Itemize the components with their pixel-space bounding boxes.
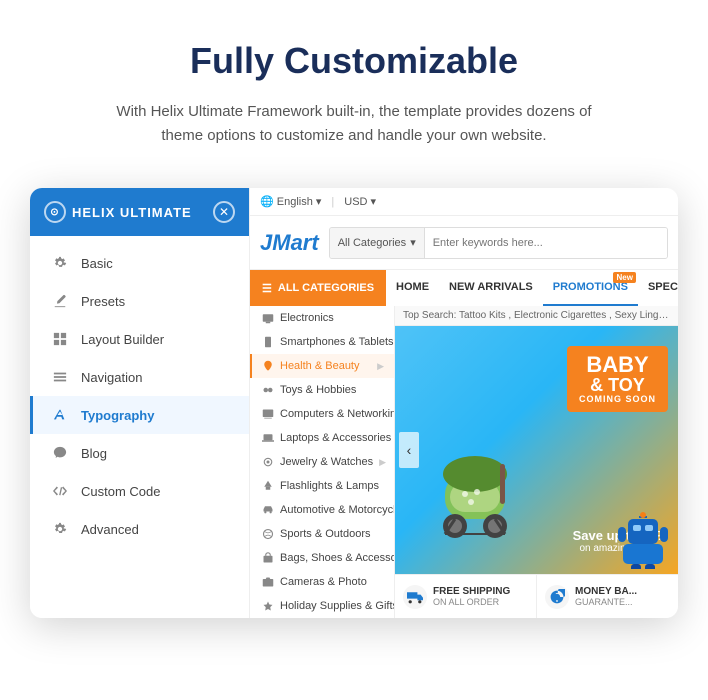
jmart-banner-area: Top Search: Tattoo Kits , Electronic Cig… (395, 306, 678, 618)
refresh-icon (545, 585, 569, 609)
jmart-topbar: 🌐 English ▾ | USD ▾ (250, 188, 678, 216)
chevron-down-icon: ▾ (410, 236, 416, 249)
brush-icon (51, 292, 69, 310)
jmart-logo: JMart (260, 232, 319, 254)
cat-item-jewelry[interactable]: Jewelry & Watches ▶ (250, 450, 394, 474)
truck-icon (403, 585, 427, 609)
cat-item-flashlights[interactable]: Flashlights & Lamps (250, 474, 394, 498)
feature-money-back: MONEY BA... GUARANTE... (537, 575, 678, 618)
page-description: With Helix Ultimate Framework built-in, … (104, 100, 604, 148)
cat-item-smartphones[interactable]: Smartphones & Tablets (250, 330, 394, 354)
jmart-features: FREE SHIPPING ON ALL ORDER MONEY BA... G… (395, 574, 678, 618)
helix-sidebar: ⊙ HELIX ULTIMATE ✕ Basic Presets (30, 188, 250, 618)
feature-moneyback-text: MONEY BA... GUARANTE... (575, 586, 637, 607)
sidebar-item-navigation-label: Navigation (81, 370, 142, 385)
sidebar-item-presets-label: Presets (81, 294, 125, 309)
cat-item-electronics[interactable]: Electronics (250, 306, 394, 330)
all-categories-label: ALL CATEGORIES (278, 282, 374, 294)
helix-logo-icon: ⊙ (44, 201, 66, 223)
promotions-badge: New (613, 272, 635, 283)
topbar-separator: | (331, 196, 334, 208)
nav-item-home[interactable]: HOME (386, 270, 439, 306)
cat-arrow-icon: ▶ (377, 361, 384, 372)
sidebar-item-custom-code[interactable]: Custom Code (30, 472, 249, 510)
helix-brand-name: HELIX ULTIMATE (72, 205, 192, 220)
search-input[interactable] (425, 228, 667, 258)
cat-item-cameras[interactable]: Cameras & Photo (250, 570, 394, 594)
feature-moneyback-subtitle: GUARANTE... (575, 597, 637, 607)
sidebar-item-custom-code-label: Custom Code (81, 484, 160, 499)
jmart-content: 🌐 English ▾ | USD ▾ JMart All Categories… (250, 188, 678, 618)
sidebar-item-presets[interactable]: Presets (30, 282, 249, 320)
robot-illustration (613, 509, 673, 569)
banner-subtitle: & TOY (579, 376, 656, 394)
banner-coming-soon: COMING SOON (579, 394, 656, 404)
hamburger-icon: ☰ (262, 282, 272, 295)
nav-item-promotions[interactable]: PROMOTIONS New (543, 270, 638, 306)
cat-item-sports[interactable]: Sports & Outdoors (250, 522, 394, 546)
sidebar-item-blog-label: Blog (81, 446, 107, 461)
jmart-banner: ‹ (395, 326, 678, 574)
helix-header: ⊙ HELIX ULTIMATE ✕ (30, 188, 249, 236)
cat-item-toys[interactable]: Toys & Hobbies (250, 378, 394, 402)
cat-item-laptops[interactable]: Laptops & Accessories (250, 426, 394, 450)
bubble-icon (51, 444, 69, 462)
gear2-icon (51, 520, 69, 538)
nav-item-new-arrivals[interactable]: NEW ARRIVALS (439, 270, 543, 306)
page-title: Fully Customizable (60, 40, 648, 82)
sidebar-item-layout-builder-label: Layout Builder (81, 332, 164, 347)
helix-close-button[interactable]: ✕ (213, 201, 235, 223)
feature-shipping-title: FREE SHIPPING (433, 586, 510, 597)
banner-promo-text: BABY & TOY COMING SOON (567, 346, 668, 412)
sidebar-item-typography[interactable]: Typography (30, 396, 249, 434)
search-category-label: All Categories (338, 237, 406, 249)
menu-icon (51, 368, 69, 386)
jmart-main: Electronics Smartphones & Tablets Health… (250, 306, 678, 618)
sidebar-item-navigation[interactable]: Navigation (30, 358, 249, 396)
banner-nav-left[interactable]: ‹ (399, 432, 419, 468)
sidebar-item-advanced-label: Advanced (81, 522, 139, 537)
sidebar-item-typography-label: Typography (81, 408, 154, 423)
feature-shipping-subtitle: ON ALL ORDER (433, 597, 510, 607)
font-icon (51, 406, 69, 424)
helix-menu: Basic Presets Layout Builder Navigation (30, 236, 249, 618)
cat-item-bags[interactable]: Bags, Shoes & Accessories (250, 546, 394, 570)
sidebar-item-advanced[interactable]: Advanced (30, 510, 249, 548)
topbar-currency[interactable]: USD ▾ (344, 195, 376, 208)
grid-icon (51, 330, 69, 348)
jmart-categories: Electronics Smartphones & Tablets Health… (250, 306, 395, 618)
helix-logo: ⊙ HELIX ULTIMATE (44, 201, 192, 223)
cat-item-automotive[interactable]: Automotive & Motorcycle (250, 498, 394, 522)
page-header: Fully Customizable With Helix Ultimate F… (0, 0, 708, 178)
cat-item-holiday[interactable]: Holiday Supplies & Gifts (250, 594, 394, 618)
feature-moneyback-title: MONEY BA... (575, 586, 637, 597)
screenshot-container: ⊙ HELIX ULTIMATE ✕ Basic Presets (30, 188, 678, 618)
cat-arrow-icon: ▶ (379, 457, 386, 468)
feature-shipping-text: FREE SHIPPING ON ALL ORDER (433, 586, 510, 607)
sidebar-item-basic[interactable]: Basic (30, 244, 249, 282)
top-search-bar: Top Search: Tattoo Kits , Electronic Cig… (395, 306, 678, 326)
sidebar-item-blog[interactable]: Blog (30, 434, 249, 472)
cat-item-computers[interactable]: Computers & Networking ▶ (250, 402, 394, 426)
cat-item-health-beauty[interactable]: Health & Beauty ▶ (250, 354, 394, 378)
stroller-illustration (415, 444, 535, 564)
sidebar-item-basic-label: Basic (81, 256, 113, 271)
topbar-language[interactable]: 🌐 English ▾ (260, 195, 321, 208)
jmart-nav: ☰ ALL CATEGORIES HOME NEW ARRIVALS PROMO… (250, 270, 678, 306)
feature-free-shipping: FREE SHIPPING ON ALL ORDER (395, 575, 537, 618)
jmart-header: JMart All Categories ▾ (250, 216, 678, 270)
sidebar-item-layout-builder[interactable]: Layout Builder (30, 320, 249, 358)
code-icon (51, 482, 69, 500)
search-category-dropdown[interactable]: All Categories ▾ (330, 228, 425, 258)
gear-icon (51, 254, 69, 272)
jmart-search-bar[interactable]: All Categories ▾ (329, 227, 668, 259)
nav-item-specials[interactable]: SPECIALS (638, 270, 678, 306)
all-categories-button[interactable]: ☰ ALL CATEGORIES (250, 270, 386, 306)
